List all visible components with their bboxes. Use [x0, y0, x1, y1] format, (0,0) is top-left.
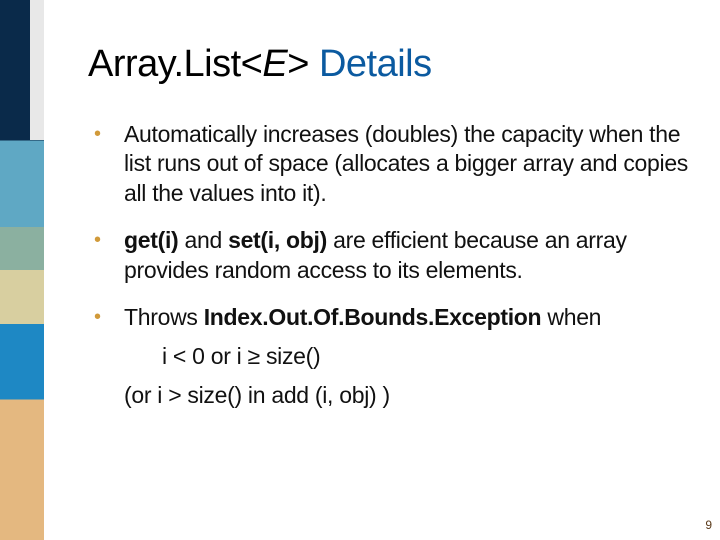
bullet-item: Automatically increases (doubles) the ca…	[124, 120, 688, 208]
subline-text: (or i > size() in add (i, obj) )	[124, 382, 390, 408]
bullet-text: and	[178, 227, 228, 253]
bullet-bold: set(i, obj)	[228, 227, 327, 253]
title-generic: E	[262, 43, 287, 85]
bullet-bold: Index.Out.Of.Bounds.Exception	[204, 304, 542, 330]
title-prefix: Array.List<	[88, 43, 262, 85]
bullet-text: when	[541, 304, 601, 330]
subline-text: i < 0 or i ≥ size()	[162, 343, 320, 369]
bullet-subline: (or i > size() in add (i, obj) )	[124, 377, 688, 414]
sidebar-stripe	[30, 0, 44, 140]
bullet-item: get(i) and set(i, obj) are efficient bec…	[124, 226, 688, 285]
bullet-item: Throws Index.Out.Of.Bounds.Exception whe…	[124, 303, 688, 414]
bullet-list: Automatically increases (doubles) the ca…	[88, 120, 688, 414]
page-number: 9	[705, 518, 712, 532]
slide-content: Array.List<E> Details Automatically incr…	[88, 44, 688, 432]
decorative-sidebar	[0, 0, 44, 540]
bullet-text: Throws	[124, 304, 204, 330]
bullet-subline: i < 0 or i ≥ size()	[124, 338, 688, 375]
title-word: Details	[319, 43, 432, 85]
bullet-text: Automatically increases (doubles) the ca…	[124, 121, 688, 206]
title-suffix: >	[287, 43, 319, 85]
slide-title: Array.List<E> Details	[88, 44, 688, 86]
bullet-bold: get(i)	[124, 227, 178, 253]
